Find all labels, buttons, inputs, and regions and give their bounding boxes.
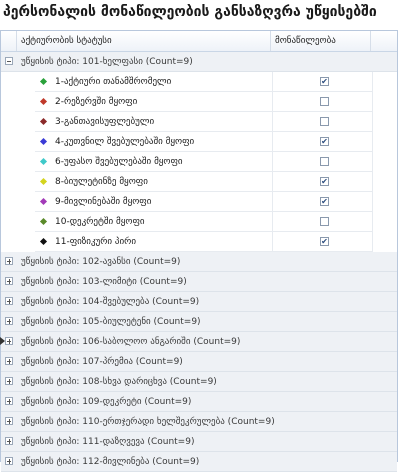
- participation-checkbox[interactable]: [320, 97, 329, 106]
- status-cell[interactable]: 1-აქტიური თანამშრომელი: [35, 72, 273, 92]
- status-cell[interactable]: 4-კუთვნილ შვებულებაში მყოფი: [35, 132, 273, 152]
- expand-icon[interactable]: [5, 257, 13, 265]
- group-label: უწყისის ტიპი: 109-დეკრეტი (Count=9): [21, 396, 192, 407]
- status-label: 8-ბიულეტინზე მყოფი: [55, 177, 148, 187]
- status-label: 9-მივლინებაში მყოფი: [55, 197, 152, 207]
- participation-cell[interactable]: ✔: [273, 232, 373, 252]
- group-label: უწყისის ტიპი: 110-ერთჯერადი ხელშეკრულება…: [21, 416, 275, 427]
- participation-checkbox[interactable]: ✔: [320, 77, 329, 86]
- expand-icon[interactable]: [5, 377, 13, 385]
- participation-checkbox[interactable]: ✔: [320, 237, 329, 246]
- status-diamond-icon: [39, 197, 48, 206]
- column-header-status[interactable]: აქტიურობის სტატუსი: [17, 31, 271, 51]
- status-row[interactable]: 2-რეზერვში მყოფი: [1, 92, 397, 112]
- expand-icon[interactable]: [5, 397, 13, 405]
- status-diamond-icon: [39, 237, 48, 246]
- participation-checkbox[interactable]: [320, 217, 329, 226]
- status-diamond-icon: [39, 217, 48, 226]
- status-label: 10-დეკრეტში მყოფი: [55, 217, 145, 227]
- participation-checkbox[interactable]: [320, 157, 329, 166]
- group-label: უწყისის ტიპი: 102-ავანსი (Count=9): [21, 256, 181, 267]
- status-diamond-icon: [39, 117, 48, 126]
- status-row[interactable]: 3-განთავისუფლებული: [1, 112, 397, 132]
- status-label: 1-აქტიური თანამშრომელი: [55, 77, 172, 87]
- expand-icon[interactable]: [5, 317, 13, 325]
- group-row-collapsed[interactable]: უწყისის ტიპი: 103-ლიმიტი (Count=9): [1, 272, 397, 292]
- status-diamond-icon: [39, 97, 48, 106]
- status-label: 4-კუთვნილ შვებულებაში მყოფი: [55, 137, 195, 147]
- group-label: უწყისის ტიპი: 105-ბიულეტენი (Count=9): [21, 316, 201, 327]
- status-row[interactable]: 6-უფასო შვებულებაში მყოფი: [1, 152, 397, 172]
- participation-grid: აქტიურობის სტატუსი მონაწილეობა უწყისის ტ…: [0, 30, 398, 472]
- status-cell[interactable]: 2-რეზერვში მყოფი: [35, 92, 273, 112]
- status-cell[interactable]: 6-უფასო შვებულებაში მყოფი: [35, 152, 273, 172]
- participation-cell[interactable]: ✔: [273, 172, 373, 192]
- group-row-collapsed[interactable]: უწყისის ტიპი: 111-დაზღვევა (Count=9): [1, 432, 397, 452]
- group-row-collapsed[interactable]: უწყისის ტიპი: 108-სხვა დარიცხვა (Count=9…: [1, 372, 397, 392]
- group-row-collapsed[interactable]: უწყისის ტიპი: 104-შვებულება (Count=9): [1, 292, 397, 312]
- group-label: უწყისის ტიპი: 106-საბოლოო ანგარიში (Coun…: [21, 336, 241, 347]
- page-title: პერსონალის მონაწილეობის განსაზღვრა უწყის…: [3, 4, 377, 20]
- column-header-participation[interactable]: მონაწილეობა: [271, 31, 371, 51]
- status-row[interactable]: 10-დეკრეტში მყოფი: [1, 212, 397, 232]
- participation-cell[interactable]: ✔: [273, 192, 373, 212]
- participation-cell[interactable]: ✔: [273, 72, 373, 92]
- group-row-collapsed[interactable]: უწყისის ტიპი: 107-პრემია (Count=9): [1, 352, 397, 372]
- status-diamond-icon: [39, 157, 48, 166]
- expand-icon[interactable]: [5, 337, 13, 345]
- expand-icon[interactable]: [5, 457, 13, 465]
- group-row-collapsed[interactable]: უწყისის ტიპი: 112-მივლინება (Count=9): [1, 452, 397, 472]
- status-cell[interactable]: 9-მივლინებაში მყოფი: [35, 192, 273, 212]
- expand-icon[interactable]: [5, 437, 13, 445]
- status-label: 3-განთავისუფლებული: [55, 117, 155, 127]
- participation-cell[interactable]: [273, 92, 373, 112]
- group-row-expanded[interactable]: უწყისის ტიპი: 101-ხელფასი (Count=9): [1, 52, 397, 72]
- status-row[interactable]: 4-კუთვნილ შვებულებაში მყოფი ✔: [1, 132, 397, 152]
- status-diamond-icon: [39, 77, 48, 86]
- status-row[interactable]: 8-ბიულეტინზე მყოფი ✔: [1, 172, 397, 192]
- status-cell[interactable]: 3-განთავისუფლებული: [35, 112, 273, 132]
- group-label: უწყისის ტიპი: 107-პრემია (Count=9): [21, 356, 183, 367]
- collapse-icon[interactable]: [5, 57, 13, 65]
- status-row[interactable]: 9-მივლინებაში მყოფი ✔: [1, 192, 397, 212]
- header-indent: [1, 31, 17, 51]
- participation-cell[interactable]: ✔: [273, 132, 373, 152]
- status-row[interactable]: 1-აქტიური თანამშრომელი ✔: [1, 72, 397, 92]
- participation-cell[interactable]: [273, 212, 373, 232]
- header-filler: [371, 31, 397, 51]
- group-label: უწყისის ტიპი: 104-შვებულება (Count=9): [21, 296, 200, 307]
- group-label: უწყისის ტიპი: 101-ხელფასი (Count=9): [21, 56, 193, 67]
- expand-icon[interactable]: [5, 357, 13, 365]
- participation-cell[interactable]: [273, 152, 373, 172]
- status-cell[interactable]: 10-დეკრეტში მყოფი: [35, 212, 273, 232]
- group-row-collapsed[interactable]: უწყისის ტიპი: 102-ავანსი (Count=9): [1, 252, 397, 272]
- group-row-collapsed[interactable]: უწყისის ტიპი: 109-დეკრეტი (Count=9): [1, 392, 397, 412]
- participation-window: პერსონალის მონაწილეობის განსაზღვრა უწყის…: [0, 0, 400, 472]
- group-row-collapsed[interactable]: უწყისის ტიპი: 110-ერთჯერადი ხელშეკრულება…: [1, 412, 397, 432]
- status-label: 11-ფიზიკური პირი: [55, 237, 136, 247]
- group-row-collapsed[interactable]: უწყისის ტიპი: 105-ბიულეტენი (Count=9): [1, 312, 397, 332]
- status-label: 6-უფასო შვებულებაში მყოფი: [55, 157, 183, 167]
- participation-checkbox[interactable]: ✔: [320, 137, 329, 146]
- group-label: უწყისის ტიპი: 112-მივლინება (Count=9): [21, 456, 200, 467]
- expand-icon[interactable]: [5, 277, 13, 285]
- participation-checkbox[interactable]: ✔: [320, 197, 329, 206]
- participation-checkbox[interactable]: ✔: [320, 177, 329, 186]
- grid-header: აქტიურობის სტატუსი მონაწილეობა: [1, 31, 397, 52]
- status-cell[interactable]: 11-ფიზიკური პირი: [35, 232, 273, 252]
- status-label: 2-რეზერვში მყოფი: [55, 97, 138, 107]
- status-cell[interactable]: 8-ბიულეტინზე მყოფი: [35, 172, 273, 192]
- group-label: უწყისის ტიპი: 103-ლიმიტი (Count=9): [21, 276, 187, 287]
- group-label: უწყისის ტიპი: 111-დაზღვევა (Count=9): [21, 436, 195, 447]
- group-row-collapsed[interactable]: უწყისის ტიპი: 106-საბოლოო ანგარიში (Coun…: [0, 332, 397, 352]
- expand-icon[interactable]: [5, 417, 13, 425]
- status-diamond-icon: [39, 177, 48, 186]
- expand-icon[interactable]: [5, 297, 13, 305]
- status-row[interactable]: 11-ფიზიკური პირი ✔: [1, 232, 397, 252]
- group-label: უწყისის ტიპი: 108-სხვა დარიცხვა (Count=9…: [21, 376, 217, 387]
- status-diamond-icon: [39, 137, 48, 146]
- participation-checkbox[interactable]: [320, 117, 329, 126]
- participation-cell[interactable]: [273, 112, 373, 132]
